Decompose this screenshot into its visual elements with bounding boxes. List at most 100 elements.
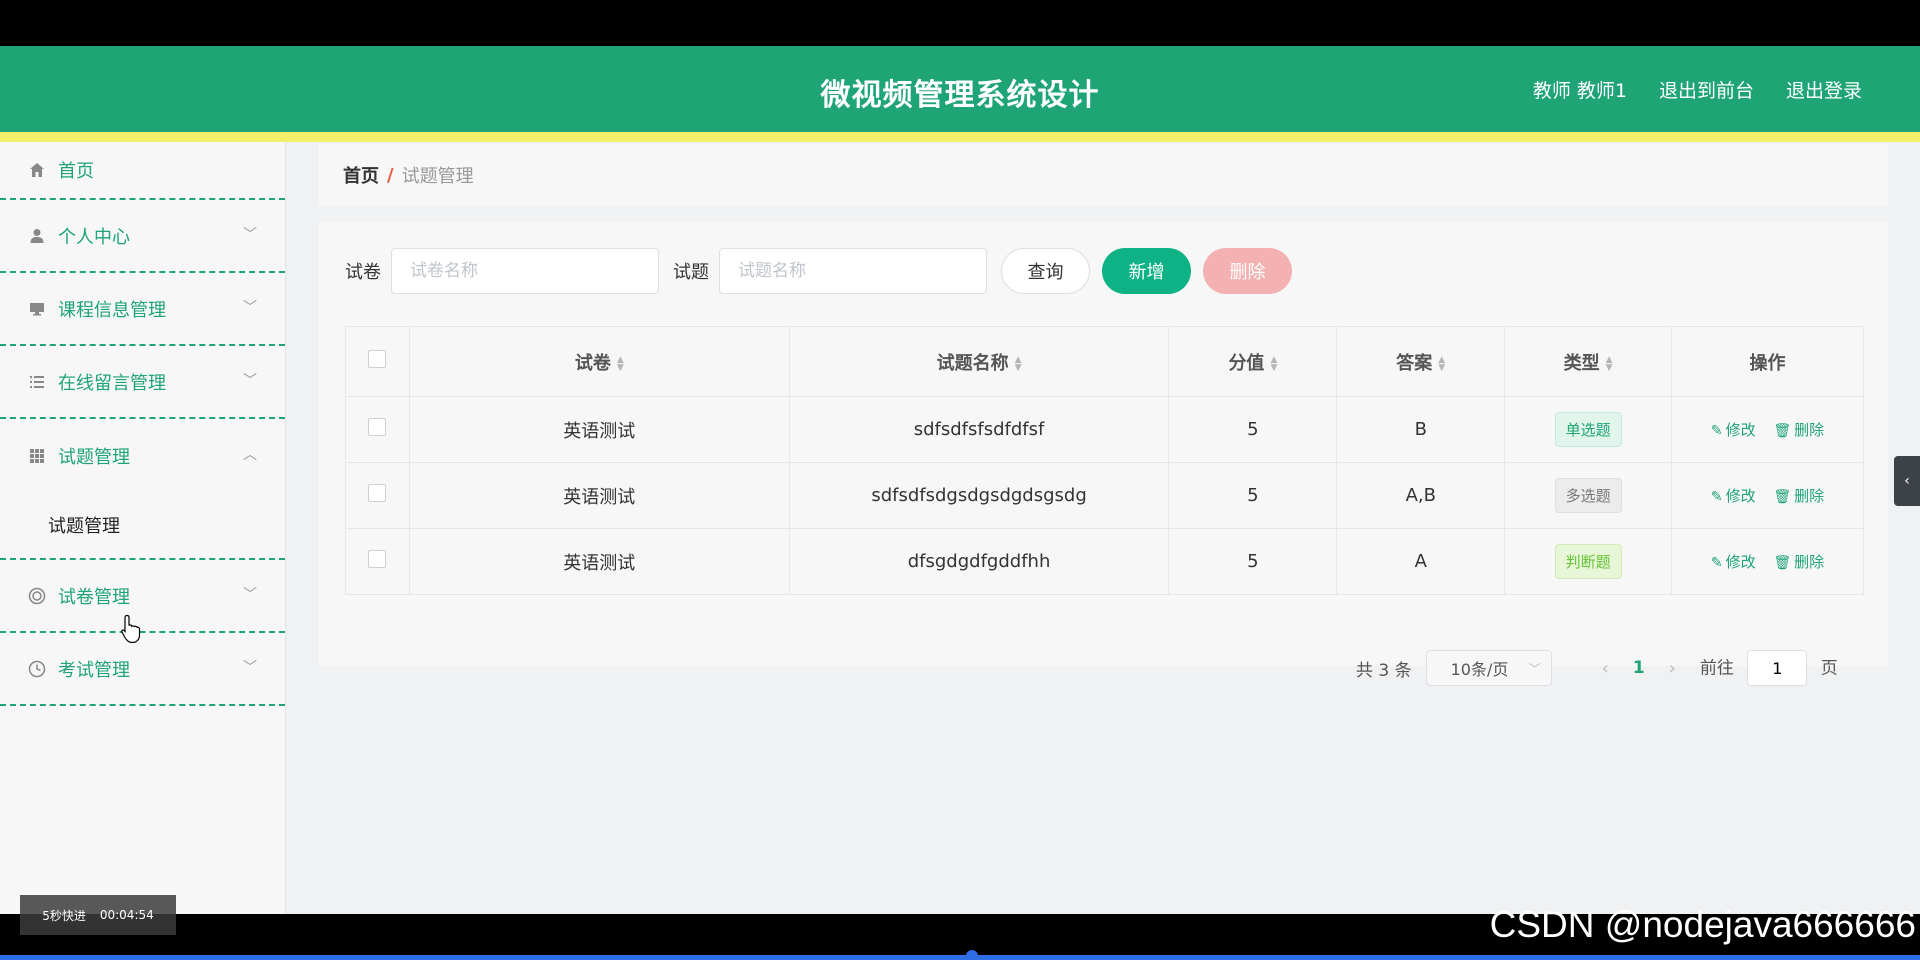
watermark: CSDN @nodejava666666 bbox=[1489, 904, 1916, 945]
row-checkbox[interactable] bbox=[368, 418, 387, 436]
breadcrumb-separator: / bbox=[387, 164, 394, 186]
logout-link[interactable]: 退出登录 bbox=[1786, 76, 1862, 103]
page-size-select[interactable]: 10条/页 ﹀ bbox=[1425, 650, 1552, 686]
batch-delete-button[interactable]: 删除 bbox=[1203, 248, 1292, 294]
select-all-checkbox[interactable] bbox=[368, 350, 387, 368]
column-header-score[interactable]: 分值 ▲ ▼ bbox=[1168, 326, 1338, 397]
sidebar-item-label: 在线留言管理 bbox=[58, 372, 166, 394]
cell-answer: A,B bbox=[1336, 462, 1506, 529]
edit-button[interactable]: ✎ 修改 bbox=[1711, 553, 1756, 571]
edit-button[interactable]: ✎ 修改 bbox=[1711, 487, 1756, 505]
table-row: 英语测试 dfsgdgdfgddfhh 5 A 判断题 ✎ 修改 🗑 删除 bbox=[345, 528, 1864, 595]
edit-icon: ✎ bbox=[1710, 489, 1723, 505]
sort-icon[interactable]: ▲ ▼ bbox=[1015, 355, 1022, 372]
column-header-question-name[interactable]: 试题名称 ▲ ▼ bbox=[788, 326, 1170, 397]
question-table: 试卷 ▲ ▼ 试题名称 ▲ ▼ 分值 ▲ ▼ 答案 ▲ ▼ 类型 ▲ ▼ 操作 英语测试 sdfsd… bbox=[345, 326, 1864, 595]
add-button[interactable]: 新增 bbox=[1102, 248, 1191, 294]
sidebar-item-question-management[interactable]: 试题管理 ︿ bbox=[0, 419, 285, 492]
prev-page-icon[interactable]: ‹ bbox=[1602, 658, 1609, 679]
table-row: 英语测试 sdfsdfsdgsdgsdgdsgsdg 5 A,B 多选题 ✎ 修改… bbox=[345, 462, 1864, 529]
delete-button[interactable]: 🗑 删除 bbox=[1773, 421, 1824, 439]
top-header: 微视频管理系统设计 教师 教师1 退出到前台 退出登录 bbox=[0, 46, 1920, 132]
video-speed-overlay: 5秒快进 00:04:54 bbox=[20, 895, 176, 935]
breadcrumb: 首页 / 试题管理 bbox=[319, 144, 1888, 206]
question-search-input[interactable] bbox=[719, 248, 987, 294]
cell-paper: 英语测试 bbox=[408, 528, 790, 595]
cell-paper: 英语测试 bbox=[408, 396, 790, 463]
sidebar: 首页 个人中心 ﹀ 课程信息管理 ﹀ 在线留言管理 ﹀ 试题管理 ︿ 试题管理 … bbox=[0, 142, 286, 914]
goto-page-input[interactable] bbox=[1747, 650, 1808, 686]
trash-icon: 🗑 bbox=[1773, 489, 1792, 505]
delete-button[interactable]: 🗑 删除 bbox=[1773, 553, 1824, 571]
user-icon bbox=[28, 227, 46, 245]
collapse-tab-icon[interactable]: ‹ bbox=[1894, 456, 1920, 506]
target-icon bbox=[28, 587, 46, 605]
speed-label: 5秒快进 bbox=[42, 908, 86, 923]
sidebar-item-paper-management[interactable]: 试卷管理 ﹀ bbox=[0, 560, 285, 633]
paper-label: 试卷 bbox=[345, 262, 381, 283]
column-header-paper[interactable]: 试卷 ▲ ▼ bbox=[408, 326, 790, 397]
app-frame: 微视频管理系统设计 教师 教师1 退出到前台 退出登录 首页 个人中心 ﹀ 课程… bbox=[0, 46, 1920, 914]
sidebar-item-course-info[interactable]: 课程信息管理 ﹀ bbox=[0, 273, 285, 346]
video-progress-bar[interactable] bbox=[0, 955, 1920, 960]
list-icon bbox=[28, 373, 46, 391]
sidebar-item-personal-center[interactable]: 个人中心 ﹀ bbox=[0, 200, 285, 273]
sort-icon[interactable]: ▲ ▼ bbox=[1438, 355, 1445, 372]
sort-icon[interactable]: ▲ ▼ bbox=[617, 355, 624, 372]
sidebar-item-label: 试题管理 bbox=[58, 446, 130, 468]
chevron-down-icon: ﹀ bbox=[243, 299, 257, 316]
grid-icon bbox=[28, 447, 46, 465]
user-name[interactable]: 教师 教师1 bbox=[1533, 76, 1627, 103]
monitor-icon bbox=[28, 300, 46, 318]
trash-icon: 🗑 bbox=[1773, 555, 1792, 571]
search-bar: 试卷 试题 查询 新增 删除 bbox=[345, 248, 1304, 294]
sidebar-item-label: 考试管理 bbox=[58, 659, 130, 681]
submenu-item-question-management[interactable]: 试题管理 bbox=[0, 492, 285, 560]
row-checkbox[interactable] bbox=[368, 484, 387, 502]
column-header-type[interactable]: 类型 ▲ ▼ bbox=[1504, 326, 1673, 397]
table-header-row: 试卷 ▲ ▼ 试题名称 ▲ ▼ 分值 ▲ ▼ 答案 ▲ ▼ 类型 ▲ ▼ 操作 bbox=[345, 326, 1864, 397]
question-label: 试题 bbox=[673, 262, 709, 283]
query-button[interactable]: 查询 bbox=[1001, 248, 1090, 294]
sidebar-item-online-message[interactable]: 在线留言管理 ﹀ bbox=[0, 346, 285, 419]
cell-score: 5 bbox=[1168, 396, 1338, 463]
trash-icon: 🗑 bbox=[1773, 423, 1792, 439]
cell-question-name: sdfsdfsdgsdgsdgdsgsdg bbox=[788, 462, 1170, 529]
breadcrumb-home[interactable]: 首页 bbox=[343, 162, 379, 188]
page-suffix: 页 bbox=[1820, 658, 1838, 679]
next-page-icon[interactable]: › bbox=[1669, 658, 1676, 679]
cell-score: 5 bbox=[1168, 528, 1338, 595]
cell-score: 5 bbox=[1168, 462, 1338, 529]
cell-question-name: dfsgdgdfgddfhh bbox=[788, 528, 1170, 595]
sidebar-item-exam-management[interactable]: 考试管理 ﹀ bbox=[0, 633, 285, 706]
clock-icon bbox=[28, 660, 46, 678]
sidebar-item-label: 个人中心 bbox=[58, 226, 130, 248]
goto-label: 前往 bbox=[1699, 658, 1734, 679]
chevron-down-icon: ﹀ bbox=[1528, 661, 1541, 676]
column-header-answer[interactable]: 答案 ▲ ▼ bbox=[1336, 326, 1506, 397]
back-to-front-link[interactable]: 退出到前台 bbox=[1659, 76, 1754, 103]
type-tag: 多选题 bbox=[1554, 478, 1622, 513]
table-row: 英语测试 sdfsdfsfsdfdfsf 5 B 单选题 ✎ 修改 🗑 删除 bbox=[345, 396, 1864, 463]
chevron-down-icon: ﹀ bbox=[243, 659, 257, 676]
chevron-down-icon: ﹀ bbox=[243, 586, 257, 603]
hand-cursor-icon bbox=[121, 614, 141, 644]
main-card: 试卷 试题 查询 新增 删除 试卷▲▼ 试题名称▲▼ 分值▲▼ 答案▲▼ 类型▲… bbox=[319, 222, 1888, 666]
pagination-total: 共 3 条 bbox=[1356, 660, 1412, 681]
video-progress-handle[interactable] bbox=[966, 950, 978, 960]
cell-paper: 英语测试 bbox=[408, 462, 790, 529]
video-time: 00:04:54 bbox=[99, 908, 154, 922]
type-tag: 单选题 bbox=[1554, 412, 1622, 447]
edit-button[interactable]: ✎ 修改 bbox=[1711, 421, 1756, 439]
page-number[interactable]: 1 bbox=[1633, 658, 1645, 678]
sidebar-item-home[interactable]: 首页 bbox=[0, 142, 285, 200]
row-checkbox[interactable] bbox=[368, 550, 387, 568]
delete-button[interactable]: 🗑 删除 bbox=[1773, 487, 1824, 505]
paper-search-input[interactable] bbox=[391, 248, 659, 294]
header-stripe bbox=[0, 132, 1920, 142]
sidebar-item-label: 课程信息管理 bbox=[58, 299, 166, 321]
sort-icon[interactable]: ▲ ▼ bbox=[1270, 355, 1277, 372]
sort-icon[interactable]: ▲ ▼ bbox=[1606, 355, 1613, 372]
breadcrumb-current: 试题管理 bbox=[401, 166, 474, 187]
sidebar-item-label: 首页 bbox=[58, 161, 94, 182]
